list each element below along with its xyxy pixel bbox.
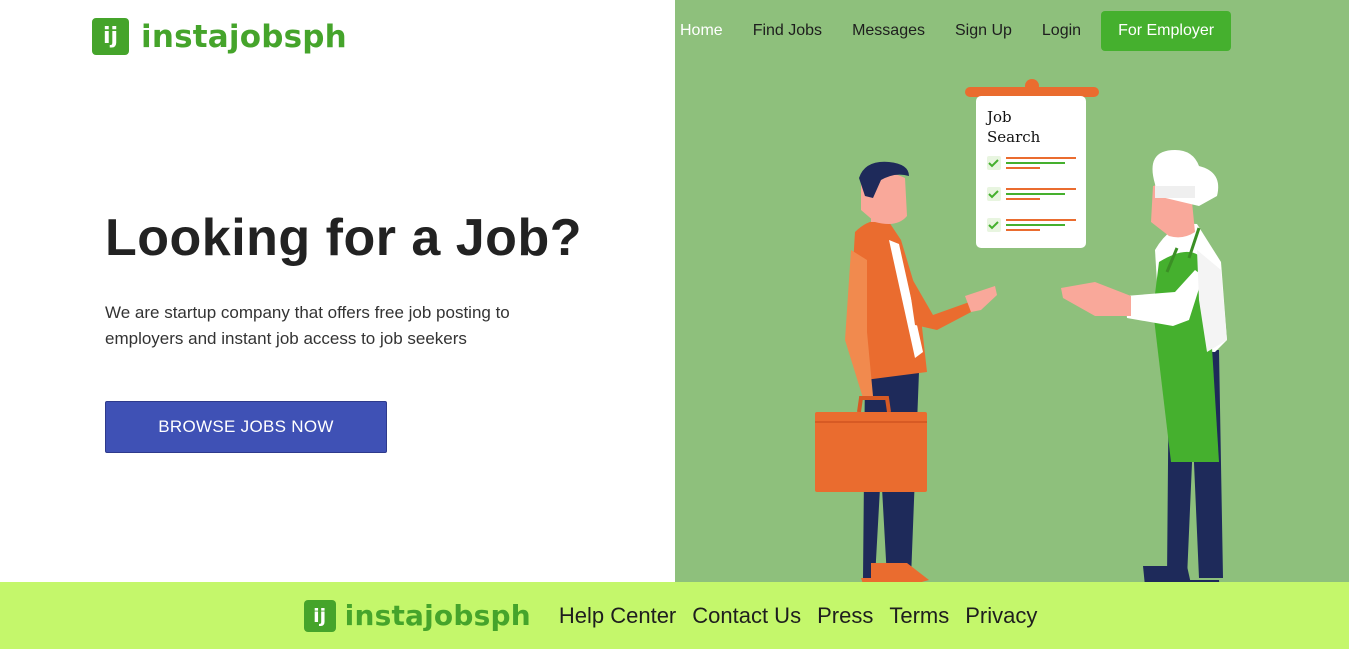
hero-title: Looking for a Job? (105, 209, 582, 267)
footer-press-link[interactable]: Press (817, 603, 873, 629)
footer-brand-logo[interactable]: ij instajobsph (303, 599, 531, 632)
hero-illustration-panel: Job Search (675, 0, 1349, 582)
site-footer: ij instajobsph Help Center Contact Us Pr… (0, 582, 1349, 649)
main-navigation: Home Find Jobs Messages Sign Up Login Fo… (665, 11, 1232, 51)
nav-find-jobs-link[interactable]: Find Jobs (738, 11, 837, 51)
hero-left-panel (0, 0, 675, 582)
board-title-line1: Job (985, 108, 1012, 126)
board-title-line2: Search (987, 128, 1041, 146)
logo-wordmark: instajobsph (141, 18, 347, 55)
logo-mark-icon: ij (92, 18, 129, 55)
job-search-board: Job Search (965, 79, 1099, 248)
logo-wordmark: instajobsph (344, 599, 531, 632)
nav-sign-up-link[interactable]: Sign Up (940, 11, 1027, 51)
nav-home-link[interactable]: Home (665, 11, 738, 51)
nav-messages-link[interactable]: Messages (837, 11, 940, 51)
hero-subtitle: We are startup company that offers free … (105, 303, 510, 348)
browse-jobs-button[interactable]: BROWSE JOBS NOW (105, 401, 387, 453)
brand-logo[interactable]: ij instajobsph (92, 18, 347, 55)
footer-terms-link[interactable]: Terms (889, 603, 949, 629)
footer-privacy-link[interactable]: Privacy (965, 603, 1037, 629)
nav-login-link[interactable]: Login (1027, 11, 1096, 51)
job-seeker-figure (815, 161, 997, 582)
for-employer-button[interactable]: For Employer (1101, 11, 1232, 51)
footer-help-center-link[interactable]: Help Center (559, 603, 676, 629)
job-interview-illustration: Job Search (815, 79, 1227, 582)
footer-contact-us-link[interactable]: Contact Us (692, 603, 801, 629)
logo-mark-icon: ij (303, 599, 336, 632)
